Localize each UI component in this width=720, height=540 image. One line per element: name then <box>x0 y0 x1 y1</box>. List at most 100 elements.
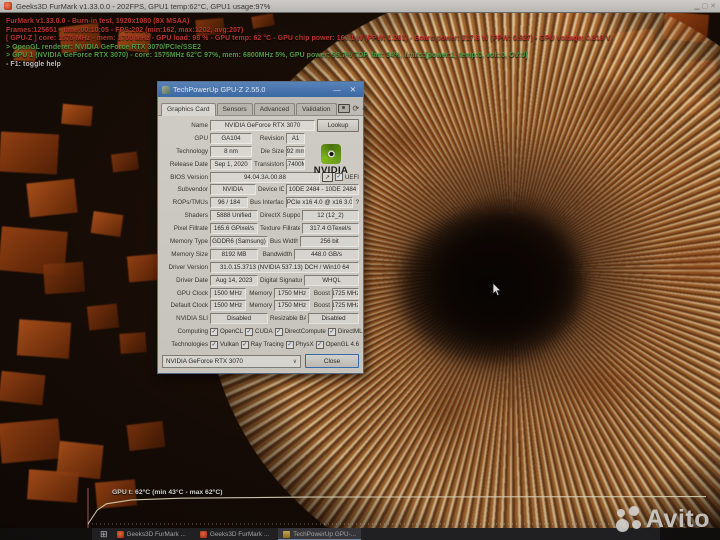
gpuz-label: Bus Interface <box>250 199 284 207</box>
gpuz-label: Technologies <box>171 341 208 349</box>
gpuz-label: Die Size <box>260 147 284 155</box>
gpuz-label: Digital Signature <box>260 276 302 284</box>
gpuz-label: Default Clock <box>170 302 208 310</box>
checkbox-label: Ray Tracing <box>250 341 284 349</box>
gpuz-label: Subvendor <box>177 186 208 194</box>
gpuz-label: NVIDIA SLI <box>176 315 208 323</box>
minimize-button[interactable]: — <box>330 85 344 94</box>
checkbox-ray-tracing[interactable]: ✓ Ray Tracing <box>240 340 284 349</box>
furmark-osd-text: FurMark v1.33.0.0 - Burn-in test, 1920x1… <box>6 18 611 70</box>
gpuz-app-icon <box>162 85 170 94</box>
taskbar-item-gpuz[interactable]: TechPowerUp GPU-... <box>278 528 362 540</box>
checkbox-label: DirectML <box>337 328 363 336</box>
gpuz-field: 5888 Unified <box>210 210 258 222</box>
scene-cube <box>119 332 147 354</box>
gpuz-field: A1 <box>286 132 305 144</box>
scene-cube <box>126 420 166 452</box>
gpuz-label: Driver Date <box>176 276 208 284</box>
gpu-temp-graph-label: GPU t: 62°C (min 43°C - max 62°C) <box>112 489 223 496</box>
checkbox-directcompute[interactable]: ✓ DirectCompute <box>274 327 326 336</box>
fur-dark-center <box>398 209 583 364</box>
gpuz-row: ROPs/TMUs 96 / 184 Bus Interface PCIe x16 4… <box>158 196 363 209</box>
gpuz-titlebar[interactable]: TechPowerUp GPU-Z 2.55.0 — ✕ <box>158 82 363 97</box>
checkbox-opengl-4-6[interactable]: ✓ OpenGL 4.6 <box>315 340 359 349</box>
checkbox-directml[interactable]: ✓ DirectML <box>327 327 363 336</box>
gpu-select-dropdown[interactable]: NVIDIA GeForce RTX 3070 ∨ <box>162 354 301 368</box>
gpuz-graphics-card-panel: Name NVIDIA GeForce RTX 3070 Lookup GPU GA10… <box>158 116 363 374</box>
menu-icon[interactable]: ≡ <box>362 104 367 113</box>
gpuz-field: WHQL <box>304 274 359 286</box>
tab-validation[interactable]: Validation <box>296 103 337 115</box>
scene-cube <box>86 303 120 331</box>
gpuz-field: 1750 MHz <box>274 300 310 312</box>
gpuz-label: Transistors <box>254 160 284 168</box>
screenshot-camera-icon[interactable] <box>337 104 350 113</box>
tab-sensors[interactable]: Sensors <box>216 103 253 115</box>
start-button[interactable]: ⊞ <box>100 529 108 539</box>
scene-cube <box>27 469 79 503</box>
furmark-icon <box>199 530 207 538</box>
scene-cube <box>61 103 93 127</box>
tab-graphics-card[interactable]: Graphics Card <box>161 103 216 116</box>
checkbox-checked-icon: ✓ <box>315 340 324 349</box>
checkbox-checked-icon: ✓ <box>274 327 283 336</box>
mouse-cursor <box>492 282 502 297</box>
gpuz-row: Memory Size 8192 MB Bandwidth 448.0 GB/s <box>158 248 363 261</box>
gpuz-field: 1725 MHz <box>332 300 359 312</box>
scene-cube <box>111 151 139 173</box>
taskbar-item-furmark[interactable]: Geeks3D FurMark ... <box>195 528 274 540</box>
checkbox-cuda[interactable]: ✓ CUDA <box>245 327 273 336</box>
taskbar-item-label: TechPowerUp GPU-... <box>293 530 357 538</box>
taskbar-item-label: Geeks3D FurMark ... <box>126 530 186 538</box>
osd-line: - F1: toggle help <box>6 60 61 68</box>
gpuz-field: NVIDIA GeForce RTX 3070 <box>210 119 315 131</box>
close-button[interactable]: Close <box>305 354 359 369</box>
gpuz-row: NVIDIA SLIDisabledResizable BARDisabled <box>158 312 363 325</box>
furmark-window-title: Geeks3D FurMark v1.33.0.0 - 202FPS, GPU1… <box>16 1 271 11</box>
taskbar: ⊞ Geeks3D FurMark ... Geeks3D FurMark ...… <box>92 528 660 540</box>
gpuz-label: Name <box>191 121 208 129</box>
gpuz-label: DirectX Support <box>260 212 300 220</box>
gpuz-window-title: TechPowerUp GPU-Z 2.55.0 <box>173 85 266 94</box>
gpuz-row: Driver Date Aug 14, 2023 Digital Signature… <box>158 274 363 287</box>
lookup-button[interactable]: Lookup <box>317 118 359 132</box>
taskbar-item-furmark[interactable]: Geeks3D FurMark ... <box>112 528 191 540</box>
close-icon[interactable]: ✕ <box>347 85 359 94</box>
avito-wordmark: Avito <box>645 505 710 533</box>
checkbox-label: PhysX <box>295 341 314 349</box>
gpuz-label: Shaders <box>184 212 208 220</box>
nvidia-wordmark: NVIDIA <box>313 164 349 176</box>
gpuz-label: Boost <box>313 302 330 310</box>
gpuz-field: 31.0.15.3713 (NVIDIA 537.13) DCH / Win10… <box>210 261 359 273</box>
furmark-app-icon <box>4 2 12 10</box>
gpuz-tabbar: Graphics Card Sensors Advanced Validation ⟳… <box>158 97 367 116</box>
tab-advanced[interactable]: Advanced <box>253 103 296 115</box>
scene-cube <box>26 178 78 218</box>
gpuz-field: 256 bit <box>300 235 359 247</box>
screen-bottom-edge: ⊞ Geeks3D FurMark ... Geeks3D FurMark ...… <box>0 528 720 540</box>
checkbox-label: CUDA <box>255 328 273 336</box>
scene-cube <box>0 370 46 406</box>
checkbox-physx[interactable]: ✓ PhysX <box>285 340 314 349</box>
checkbox-checked-icon: ✓ <box>327 327 336 336</box>
checkbox-checked-icon: ✓ <box>285 340 294 349</box>
gpuz-field: GA104 <box>210 132 252 144</box>
furmark-render-viewport: FurMark v1.33.0.0 - Burn-in test, 1920x1… <box>0 13 720 528</box>
gpuz-label: Computing <box>177 328 208 336</box>
avito-logo-icon <box>615 506 642 533</box>
gpuz-window: TechPowerUp GPU-Z 2.55.0 — ✕ Graphics Ca… <box>157 81 367 375</box>
checkbox-label: DirectCompute <box>284 328 326 336</box>
furmark-window-buttons[interactable]: ▁ ▢ ✕ <box>694 2 716 10</box>
scene-cube <box>43 261 85 295</box>
checkbox-checked-icon: ✓ <box>240 340 249 349</box>
checkbox-opencl[interactable]: ✓ OpenCL <box>210 327 243 336</box>
osd-line: [ GPU-Z ] core: 1575 MHz - mem: 1700 MHz… <box>6 35 611 43</box>
refresh-icon[interactable]: ⟳ <box>353 104 360 113</box>
bus-interface-help-icon[interactable]: ? <box>355 199 359 206</box>
furmark-titlebar: Geeks3D FurMark v1.33.0.0 - 202FPS, GPU1… <box>0 0 720 13</box>
gpuz-field: Disabled <box>308 313 359 325</box>
gpuz-label: Memory <box>249 302 272 310</box>
checkbox-vulkan[interactable]: ✓ Vulkan <box>210 340 239 349</box>
scene-cube <box>0 131 60 175</box>
monitor-photo: Geeks3D FurMark v1.33.0.0 - 202FPS, GPU1… <box>0 0 720 540</box>
